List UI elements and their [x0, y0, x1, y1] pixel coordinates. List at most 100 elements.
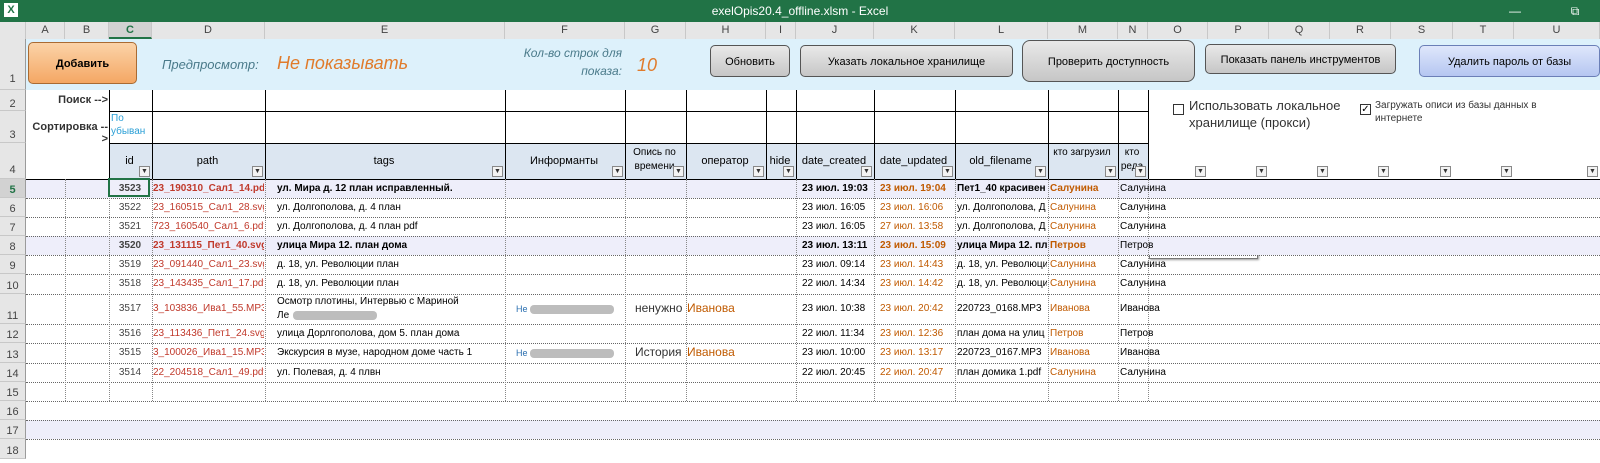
cell-opis[interactable]: ненужно	[635, 301, 686, 315]
cell-editor[interactable]: Салунина	[1120, 258, 1180, 272]
cell-old-filename[interactable]: план дома на улиц	[957, 327, 1047, 341]
cell-path[interactable]: 23_190310_Сал1_14.pdf	[153, 182, 264, 196]
column-header-f[interactable]: F	[505, 22, 625, 39]
filter-dropdown-icon[interactable]: ▼	[1378, 166, 1389, 177]
cell-path[interactable]: 23_091440_Сал1_23.svg	[153, 258, 264, 272]
filter-dropdown-icon[interactable]: ▼	[1501, 166, 1512, 177]
minimize-icon[interactable]: —	[1500, 2, 1530, 20]
filter-dropdown-who-uploaded-icon[interactable]: ▼	[1105, 166, 1116, 177]
column-header-i[interactable]: I	[766, 22, 796, 39]
cell-tags[interactable]: улица Дорлгополова, дом 5. план дома	[277, 327, 503, 341]
cell-id[interactable]: 3516	[110, 327, 150, 341]
filter-dropdown-informants-icon[interactable]: ▼	[612, 166, 623, 177]
column-header-o[interactable]: O	[1148, 22, 1208, 39]
cell-old-filename[interactable]: ул. Долгополова, Д	[957, 220, 1047, 234]
cell-tags[interactable]: ул. Долгополова, д. 4 план pdf	[277, 220, 503, 234]
cell-uploader[interactable]: Салунина	[1050, 258, 1117, 272]
row-header-11[interactable]: 11	[0, 294, 26, 324]
cell-id[interactable]: 3517	[110, 302, 150, 316]
cell-tags[interactable]: д. 18, ул. Революции план	[277, 277, 503, 291]
cell-date-created[interactable]: 22 июл. 11:34	[802, 327, 873, 341]
preview-value[interactable]: Не показывать	[277, 53, 408, 74]
cell-id[interactable]: 3520	[110, 239, 150, 253]
cell-id[interactable]: 3522	[110, 201, 150, 215]
filter-dropdown-date-created-icon[interactable]: ▼	[861, 166, 872, 177]
cell-uploader[interactable]: Петров	[1050, 239, 1117, 253]
column-header-h[interactable]: H	[686, 22, 766, 39]
remove-password-button[interactable]: Удалить пароль от базы	[1419, 45, 1600, 77]
cell-date-created[interactable]: 23 июл. 10:38	[802, 302, 873, 316]
row-header-9[interactable]: 9	[0, 255, 26, 274]
cell-informants[interactable]: Не	[516, 346, 624, 360]
column-header-j[interactable]: J	[796, 22, 874, 39]
cell-uploader[interactable]: Салунина	[1050, 220, 1117, 234]
cell-uploader[interactable]: Салунина	[1050, 366, 1117, 380]
cell-editor[interactable]: Иванова	[1120, 302, 1180, 316]
cell-path[interactable]: 23_131115_Пет1_40.svg	[153, 239, 264, 253]
cell-tags[interactable]: Осмотр плотины, Интервью с Мариной	[277, 295, 503, 309]
column-header-e[interactable]: E	[265, 22, 505, 39]
row-header-12[interactable]: 12	[0, 324, 26, 343]
cell-editor[interactable]: Петров	[1120, 239, 1180, 253]
row-header-14[interactable]: 14	[0, 363, 26, 382]
cell-old-filename[interactable]: 220723_0168.MP3	[957, 302, 1047, 316]
filter-dropdown-icon[interactable]: ▼	[1256, 166, 1267, 177]
row-header-16[interactable]: 16	[0, 401, 26, 420]
refresh-button[interactable]: Обновить	[710, 45, 790, 77]
cell-tags[interactable]: д. 18, ул. Революции план	[277, 258, 503, 272]
cell-date-updated[interactable]: 23 июл. 14:43	[880, 258, 954, 272]
rows-count-value[interactable]: 10	[637, 55, 657, 76]
cell-uploader[interactable]: Петров	[1050, 327, 1117, 341]
filter-dropdown-icon[interactable]: ▼	[1317, 166, 1328, 177]
column-header-r[interactable]: R	[1330, 22, 1391, 39]
check-access-button[interactable]: Проверить доступность	[1022, 40, 1195, 82]
column-header-g[interactable]: G	[625, 22, 686, 39]
select-all-corner[interactable]	[0, 22, 26, 39]
cell-path[interactable]: 22_204518_Сал1_49.pdf	[153, 366, 264, 380]
filter-dropdown-who-edited-icon[interactable]: ▼	[1135, 166, 1146, 177]
filter-dropdown-icon[interactable]: ▼	[1587, 166, 1598, 177]
filter-dropdown-hide-icon[interactable]: ▼	[783, 166, 794, 177]
cell-date-updated[interactable]: 23 июл. 20:42	[880, 302, 954, 316]
cell-date-created[interactable]: 23 июл. 19:03	[802, 182, 873, 196]
column-header-l[interactable]: L	[955, 22, 1048, 39]
cell-editor[interactable]: Салунина	[1120, 201, 1180, 215]
cell-tags[interactable]: ул. Полевая, д. 4 плвн	[277, 366, 503, 380]
cell-id[interactable]: 3514	[110, 366, 150, 380]
row-header-2[interactable]: 2	[0, 90, 26, 111]
active-cell-c5[interactable]	[108, 178, 150, 197]
cell-id[interactable]: 3518	[110, 277, 150, 291]
column-header-p[interactable]: P	[1208, 22, 1269, 39]
load-internet-checkbox[interactable]: ✓	[1360, 104, 1371, 115]
cell-uploader[interactable]: Иванова	[1050, 302, 1117, 316]
filter-dropdown-id-icon[interactable]: ▼	[139, 166, 150, 177]
cell-date-created[interactable]: 23 июл. 16:05	[802, 220, 873, 234]
filter-dropdown-path-icon[interactable]: ▼	[252, 166, 263, 177]
sort-value[interactable]: По убыван	[111, 112, 151, 138]
cell-tags[interactable]: ул. Мира д. 12 план исправленный.	[277, 182, 503, 196]
cell-editor[interactable]: Петров	[1120, 327, 1180, 341]
row-header-13[interactable]: 13	[0, 343, 26, 363]
cell-tags[interactable]: улица Мира 12. план дома	[277, 239, 503, 253]
row-header-15[interactable]: 15	[0, 382, 26, 401]
show-toolbar-button[interactable]: Показать панель инструментов	[1205, 44, 1396, 74]
cell-editor[interactable]: Иванова	[1120, 346, 1180, 360]
cell-uploader[interactable]: Салунина	[1050, 182, 1117, 196]
cell-operator[interactable]: Иванова	[687, 345, 765, 359]
filter-dropdown-old-filename-icon[interactable]: ▼	[1035, 166, 1046, 177]
cell-date-created[interactable]: 23 июл. 10:00	[802, 346, 873, 360]
cell-date-created[interactable]: 23 июл. 09:14	[802, 258, 873, 272]
use-local-storage-checkbox[interactable]	[1173, 104, 1184, 115]
column-header-c[interactable]: C	[109, 22, 152, 39]
cell-date-updated[interactable]: 23 июл. 13:17	[880, 346, 954, 360]
cell-date-created[interactable]: 22 июл. 14:34	[802, 277, 873, 291]
cell-path[interactable]: 723_160540_Сал1_6.pdf	[153, 220, 264, 234]
cell-old-filename[interactable]: 220723_0167.MP3	[957, 346, 1047, 360]
column-header-m[interactable]: M	[1048, 22, 1118, 39]
column-header-s[interactable]: S	[1391, 22, 1453, 39]
cell-path[interactable]: 3_103836_Ива1_55.MP3	[153, 302, 264, 316]
column-header-b[interactable]: B	[65, 22, 109, 39]
cell-uploader[interactable]: Иванова	[1050, 346, 1117, 360]
cell-path[interactable]: 23_113436_Пет1_24.svg	[153, 327, 264, 341]
cell-id[interactable]: 3519	[110, 258, 150, 272]
